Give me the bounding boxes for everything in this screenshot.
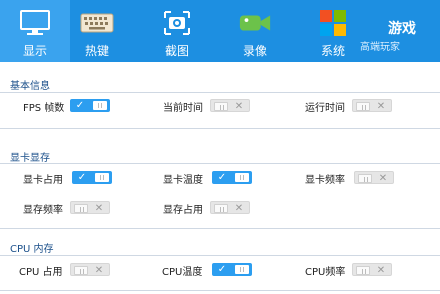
divider: [0, 228, 440, 229]
check-icon: ✓: [217, 172, 227, 183]
section-title-basic-info: 基本信息: [10, 81, 50, 92]
setting-gpu-usage: 显卡占用: [23, 171, 63, 186]
tab-display[interactable]: 显示: [0, 0, 70, 62]
divider: [0, 290, 440, 291]
close-icon: ✕: [94, 203, 104, 214]
toggle-gpu-freq[interactable]: ✕: [354, 171, 394, 184]
monitor-icon: [18, 8, 52, 38]
tab-label: 录像: [242, 44, 267, 58]
check-icon: ✓: [217, 264, 227, 275]
toggle-cpu-freq[interactable]: ✕: [352, 263, 392, 276]
setting-label: 显卡温度: [163, 174, 203, 186]
close-icon: ✕: [94, 265, 104, 276]
tab-label: 显示: [22, 44, 47, 58]
divider: [0, 92, 440, 93]
setting-cpu-temp: CPU温度: [162, 263, 203, 278]
tab-label: 截图: [164, 44, 189, 58]
close-icon: ✕: [378, 173, 388, 184]
toggle-fps[interactable]: ✓: [70, 99, 110, 112]
toggle-vram-freq[interactable]: ✕: [70, 201, 110, 214]
toggle-vram-usage[interactable]: ✕: [210, 201, 250, 214]
toggle-cpu-usage[interactable]: ✕: [70, 263, 110, 276]
close-icon: ✕: [234, 101, 244, 112]
setting-gpu-freq: 显卡频率: [305, 171, 345, 186]
setting-cpu-usage: CPU 占用: [19, 263, 63, 278]
divider: [0, 255, 440, 256]
top-nav-bar: 显示 热键 截图 录像 系统 游戏 高端玩家: [0, 0, 440, 62]
brand-logo: 游戏 高端玩家: [360, 0, 440, 62]
camera-icon: [160, 8, 194, 38]
setting-gpu-temp: 显卡温度: [163, 171, 203, 186]
setting-label: CPU温度: [162, 266, 203, 278]
tab-label: 热键: [84, 44, 109, 58]
tab-hotkeys[interactable]: 热键: [62, 0, 132, 62]
setting-label: CPU频率: [305, 266, 346, 278]
keyboard-icon: [80, 8, 114, 38]
tab-screenshot[interactable]: 截图: [142, 0, 212, 62]
windows-logo-icon: [316, 8, 350, 38]
close-icon: ✕: [234, 203, 244, 214]
close-icon: ✕: [376, 265, 386, 276]
setting-current-time: 当前时间: [163, 99, 203, 114]
check-icon: ✓: [77, 172, 87, 183]
brand-title: 游戏: [388, 21, 416, 37]
setting-vram-freq: 显存频率: [23, 201, 63, 216]
setting-vram-usage: 显存占用: [163, 201, 203, 216]
toggle-gpu-temp[interactable]: ✓: [212, 171, 252, 184]
check-icon: ✓: [75, 100, 85, 111]
setting-label: 显存占用: [163, 204, 203, 216]
divider: [0, 128, 440, 129]
tab-system[interactable]: 系统: [298, 0, 368, 62]
setting-label: 显卡频率: [305, 174, 345, 186]
toggle-gpu-usage[interactable]: ✓: [72, 171, 112, 184]
setting-fps: FPS 帧数: [23, 99, 65, 114]
setting-cpu-freq: CPU频率: [305, 263, 346, 278]
setting-label: CPU 占用: [19, 266, 63, 278]
video-camera-icon: [238, 8, 272, 38]
setting-label: 运行时间: [305, 102, 345, 114]
divider: [0, 163, 440, 164]
toggle-cpu-temp[interactable]: ✓: [212, 263, 252, 276]
setting-label: 显存频率: [23, 204, 63, 216]
close-icon: ✕: [376, 101, 386, 112]
setting-run-time: 运行时间: [305, 99, 345, 114]
setting-label: FPS 帧数: [23, 102, 65, 114]
brand-subtitle: 高端玩家: [360, 42, 400, 53]
tab-label: 系统: [320, 44, 345, 58]
toggle-run-time[interactable]: ✕: [352, 99, 392, 112]
setting-label: 当前时间: [163, 102, 203, 114]
tab-recording[interactable]: 录像: [220, 0, 290, 62]
section-title-gpu-vram: 显卡显存: [10, 153, 50, 164]
toggle-current-time[interactable]: ✕: [210, 99, 250, 112]
setting-label: 显卡占用: [23, 174, 63, 186]
section-title-cpu-memory: CPU 内存: [10, 244, 54, 255]
